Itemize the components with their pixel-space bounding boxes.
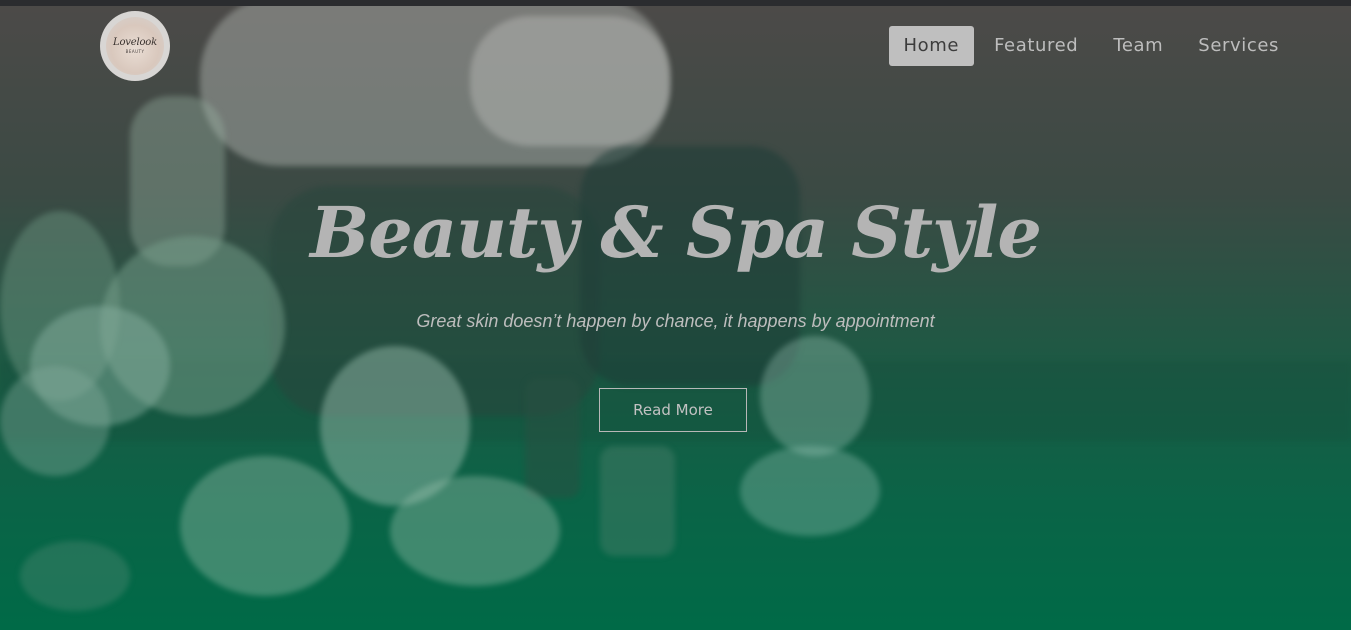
nav-item-services[interactable]: Services <box>1183 26 1294 66</box>
main-navigation: Home Featured Team Services <box>888 26 1295 66</box>
hero-section: Lovelook BEAUTY Home Featured Team Servi… <box>0 6 1351 630</box>
browser-top-bar <box>0 0 1351 6</box>
nav-item-team[interactable]: Team <box>1098 26 1178 66</box>
hero-subtitle: Great skin doesn’t happen by chance, it … <box>416 311 935 331</box>
background-decoration <box>760 336 870 456</box>
background-decoration <box>180 456 350 596</box>
background-decoration <box>390 476 560 586</box>
logo-badge: Lovelook BEAUTY <box>106 17 164 75</box>
logo-subtext: BEAUTY <box>125 49 145 54</box>
background-decoration <box>20 541 130 611</box>
background-decoration <box>0 366 110 476</box>
site-logo[interactable]: Lovelook BEAUTY <box>100 11 170 81</box>
nav-item-home[interactable]: Home <box>888 26 975 66</box>
background-decoration <box>600 446 675 556</box>
hero-title: Beauty & Spa Style <box>310 190 1042 274</box>
nav-item-featured[interactable]: Featured <box>979 26 1093 66</box>
background-decoration <box>740 446 880 536</box>
read-more-button[interactable]: Read More <box>599 388 747 432</box>
logo-wordmark: Lovelook <box>113 37 157 48</box>
background-decoration <box>470 16 670 146</box>
background-decoration <box>525 378 580 498</box>
